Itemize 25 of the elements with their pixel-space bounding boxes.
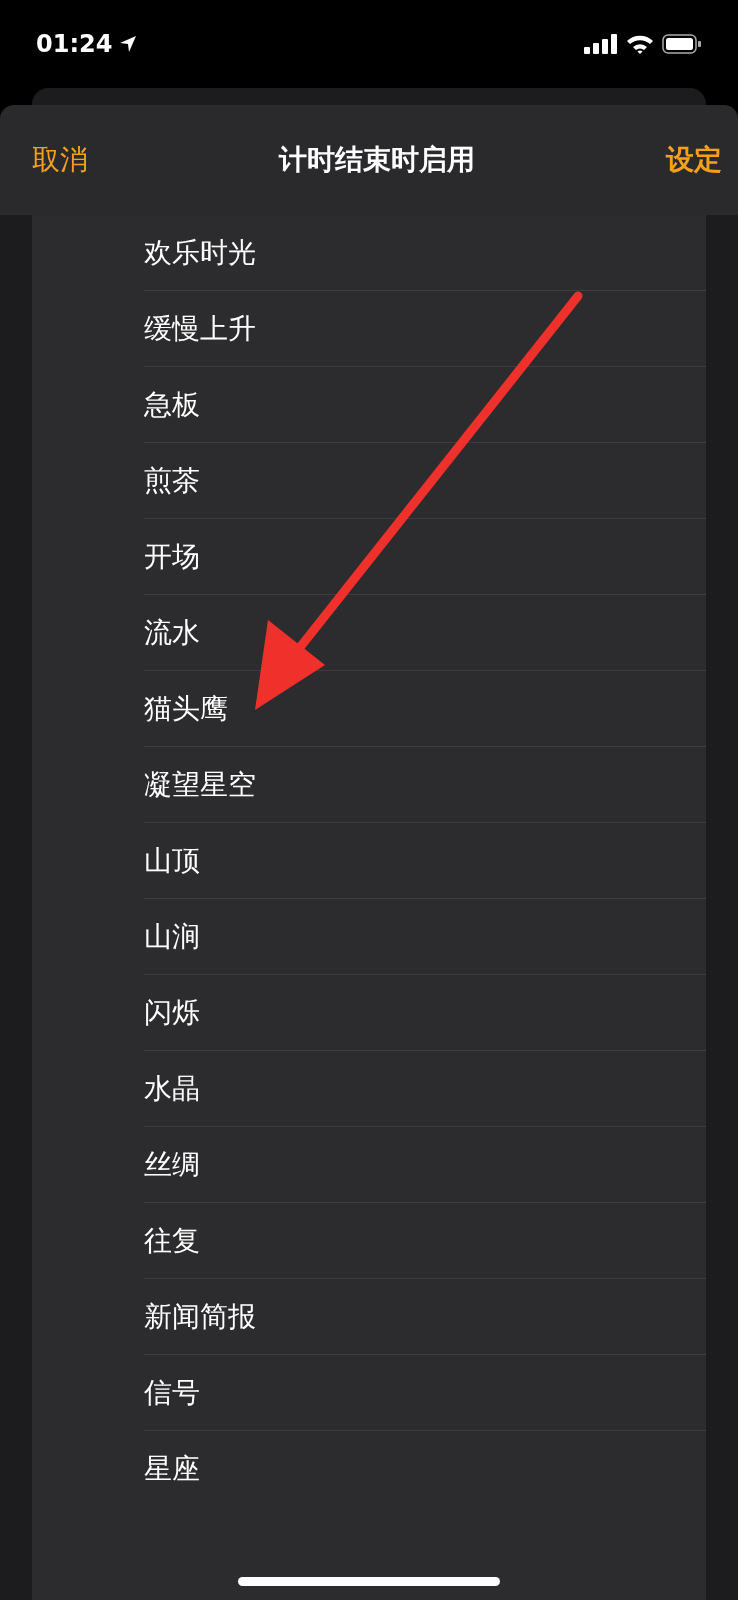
sound-item[interactable]: 往复 bbox=[144, 1221, 200, 1260]
sound-item[interactable]: 山涧 bbox=[144, 917, 200, 956]
confirm-button[interactable]: 设定 bbox=[666, 141, 722, 179]
sound-item[interactable]: 缓慢上升 bbox=[144, 309, 256, 348]
signal-icon bbox=[584, 34, 618, 54]
sound-item[interactable]: 欢乐时光 bbox=[144, 233, 256, 272]
sound-item[interactable]: 信号 bbox=[144, 1373, 200, 1412]
location-icon bbox=[118, 34, 139, 54]
sound-item[interactable]: 丝绸 bbox=[144, 1145, 200, 1184]
sound-item[interactable]: 闪烁 bbox=[144, 993, 200, 1032]
sound-item[interactable]: 急板 bbox=[144, 385, 200, 424]
sound-item[interactable]: 流水 bbox=[144, 613, 200, 652]
sound-item[interactable]: 新闻简报 bbox=[144, 1297, 256, 1336]
cancel-button[interactable]: 取消 bbox=[32, 141, 88, 179]
sound-item[interactable]: 开场 bbox=[144, 537, 200, 576]
sound-item[interactable]: 猫头鹰 bbox=[144, 689, 228, 728]
sheet-title: 计时结束时启用 bbox=[279, 142, 475, 178]
sound-item[interactable]: 凝望星空 bbox=[144, 765, 256, 804]
sound-item[interactable]: 星座 bbox=[144, 1449, 200, 1488]
status-time: 01:24 bbox=[36, 30, 113, 58]
sound-item[interactable]: 煎茶 bbox=[144, 461, 200, 500]
sound-item[interactable]: 山顶 bbox=[144, 841, 200, 880]
battery-icon bbox=[662, 34, 702, 54]
sound-item[interactable]: 水晶 bbox=[144, 1069, 200, 1108]
wifi-icon bbox=[626, 34, 654, 54]
